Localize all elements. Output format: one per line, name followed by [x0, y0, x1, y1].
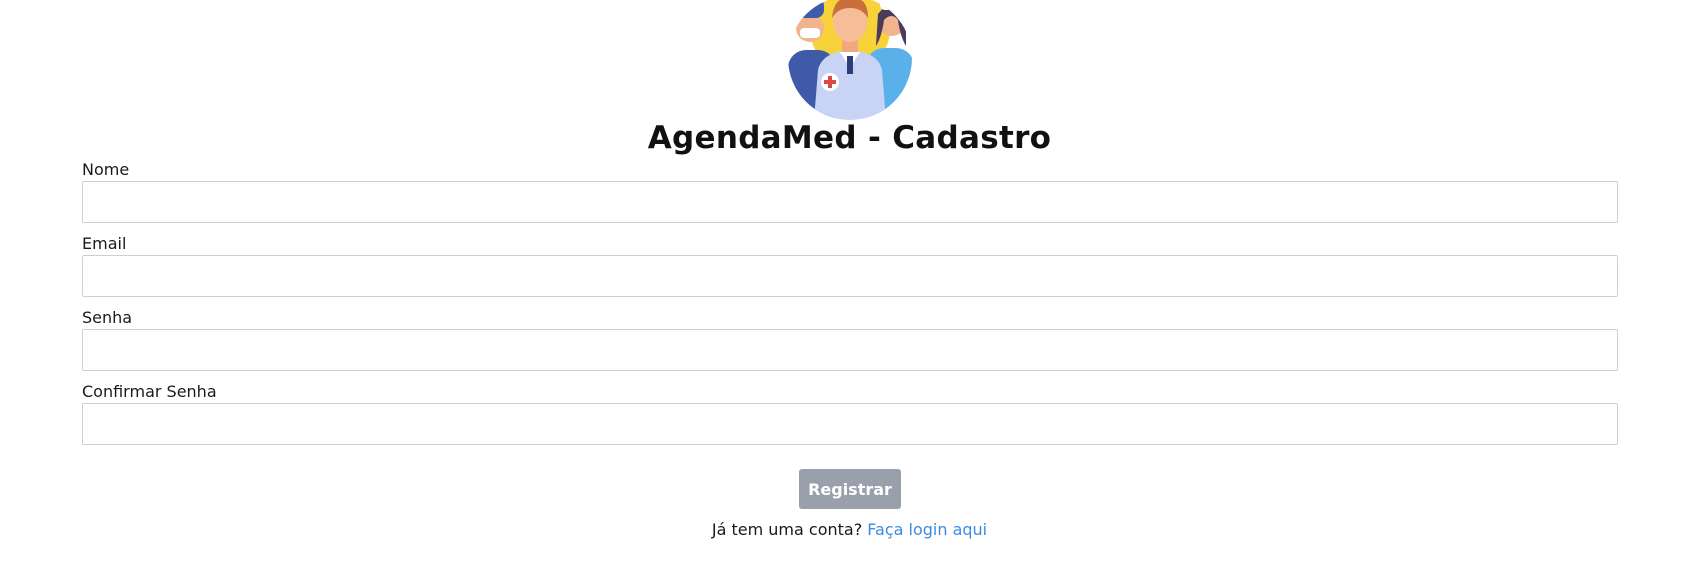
login-prompt: Já tem uma conta? Faça login aqui [0, 520, 1699, 539]
password-label: Senha [82, 308, 133, 327]
login-prompt-text: Já tem uma conta? [711, 520, 863, 539]
medical-team-avatar-icon [788, 0, 912, 120]
register-button[interactable]: Registrar [799, 469, 901, 509]
name-input[interactable] [82, 181, 1618, 223]
password-input[interactable] [82, 329, 1618, 371]
email-input[interactable] [82, 255, 1618, 297]
login-link[interactable]: Faça login aqui [867, 520, 987, 539]
name-label: Nome [82, 160, 130, 179]
email-label: Email [82, 234, 127, 253]
register-page: AgendaMed - Cadastro Nome Email Senha Co… [0, 0, 1699, 573]
page-title: AgendaMed - Cadastro [647, 120, 1052, 156]
confirm-password-label: Confirmar Senha [82, 382, 217, 401]
confirm-password-input[interactable] [82, 403, 1618, 445]
